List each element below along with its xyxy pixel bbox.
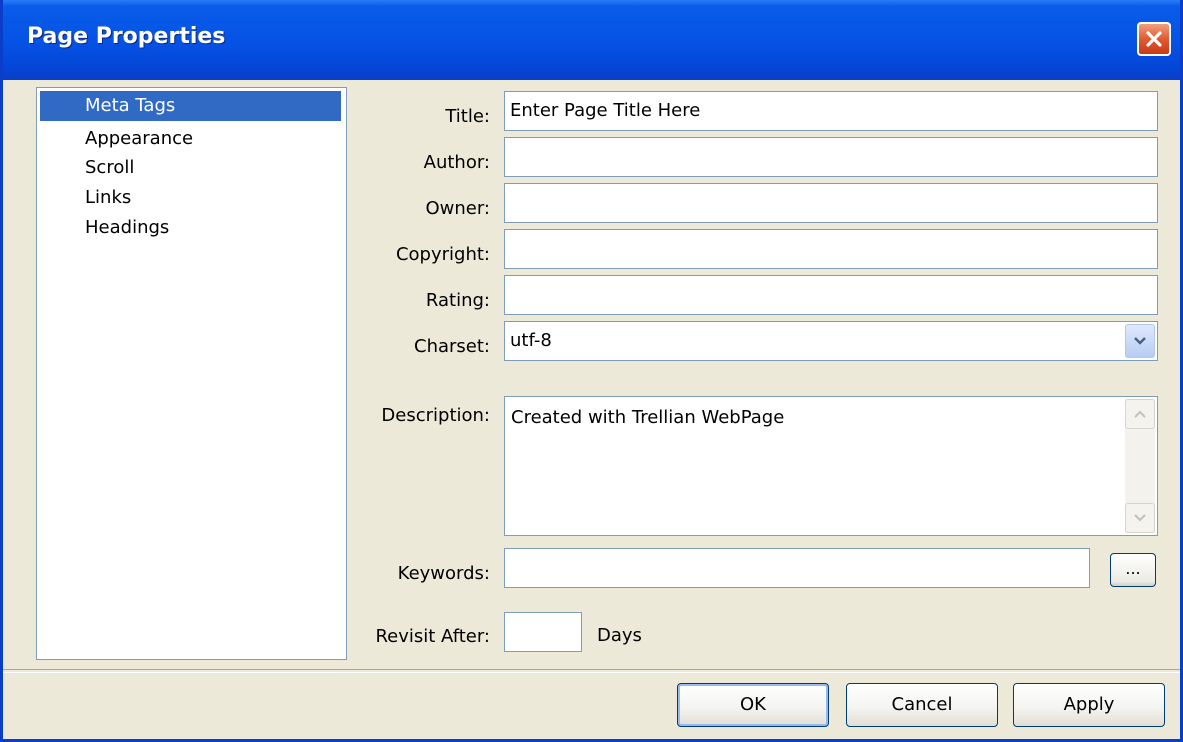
arrow-up-icon: [1134, 410, 1146, 418]
scroll-up-button[interactable]: [1125, 399, 1155, 429]
keywords-input[interactable]: [504, 548, 1090, 588]
category-list[interactable]: Meta Tags Appearance Scroll Links Headin…: [36, 87, 347, 660]
nav-item-headings[interactable]: Headings: [40, 214, 341, 242]
description-label: Description:: [381, 405, 490, 426]
charset-label: Charset:: [414, 336, 490, 357]
days-label: Days: [597, 625, 642, 646]
nav-item-links[interactable]: Links: [40, 184, 341, 212]
nav-item-meta-tags[interactable]: Meta Tags: [40, 91, 341, 121]
description-scrollbar[interactable]: [1125, 399, 1155, 533]
dialog-title: Page Properties: [27, 24, 226, 49]
charset-dropdown-button[interactable]: [1125, 324, 1155, 358]
title-label: Title:: [445, 106, 490, 127]
footer-separator: [3, 669, 1180, 673]
owner-label: Owner:: [425, 198, 490, 219]
arrow-down-icon: [1134, 514, 1146, 522]
keywords-browse-button[interactable]: ...: [1110, 553, 1156, 587]
author-input[interactable]: [504, 137, 1158, 177]
revisit-label: Revisit After:: [375, 626, 490, 647]
charset-select[interactable]: utf-8: [504, 321, 1158, 361]
title-bar[interactable]: Page Properties: [3, 0, 1180, 80]
title-input[interactable]: Enter Page Title Here: [504, 91, 1158, 131]
rating-input[interactable]: [504, 275, 1158, 315]
page-properties-dialog: Page Properties Meta Tags Appearance Scr…: [0, 0, 1183, 742]
ok-button[interactable]: OK: [677, 683, 829, 727]
rating-label: Rating:: [425, 290, 490, 311]
owner-input[interactable]: [504, 183, 1158, 223]
close-button[interactable]: [1137, 22, 1171, 56]
description-value: Created with Trellian WebPage: [511, 407, 785, 428]
copyright-label: Copyright:: [395, 244, 490, 265]
close-icon: [1146, 31, 1162, 47]
author-label: Author:: [423, 152, 490, 173]
scroll-down-button[interactable]: [1125, 503, 1155, 533]
description-textarea[interactable]: Created with Trellian WebPage: [504, 396, 1158, 536]
nav-item-scroll[interactable]: Scroll: [40, 154, 341, 182]
charset-value: utf-8: [510, 330, 552, 351]
chevron-down-icon: [1134, 337, 1146, 345]
nav-item-appearance[interactable]: Appearance: [40, 125, 341, 153]
apply-button[interactable]: Apply: [1013, 683, 1165, 727]
copyright-input[interactable]: [504, 229, 1158, 269]
cancel-button[interactable]: Cancel: [846, 683, 998, 727]
revisit-input[interactable]: [504, 612, 582, 652]
keywords-label: Keywords:: [397, 563, 490, 584]
